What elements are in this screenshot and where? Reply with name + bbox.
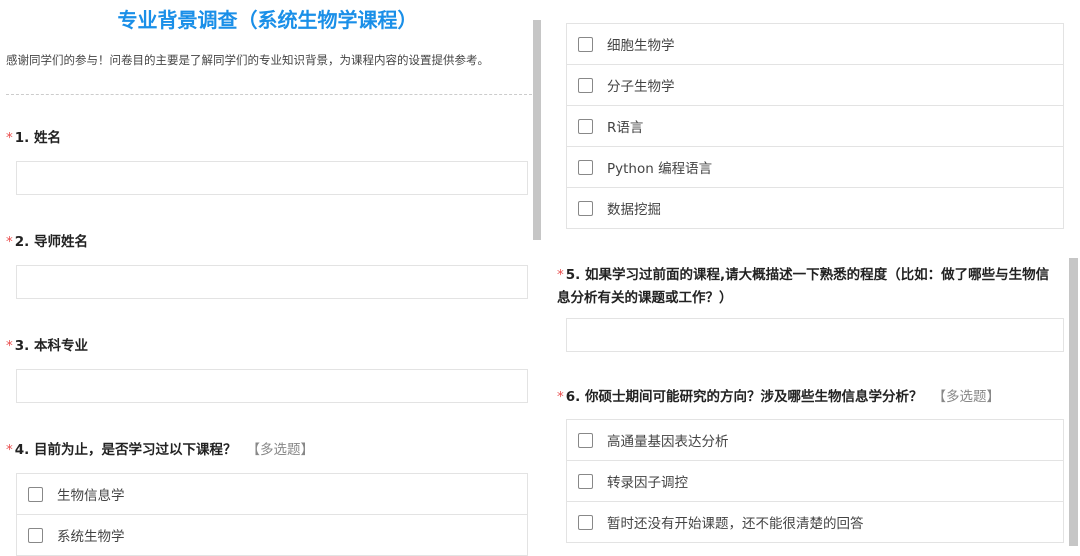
checkbox[interactable] (28, 486, 43, 502)
question-6-label: * 6. 你硕士期间可能研究的方向？涉及哪些生物信息学分析？ 【多选题】 (557, 389, 1000, 405)
familiarity-input[interactable] (566, 318, 1064, 352)
survey-title: 专业背景调查（系统生物学课程） (117, 8, 418, 32)
option-tf-regulation[interactable]: 转录因子调控 (567, 461, 1063, 502)
option-cell-biology[interactable]: 细胞生物学 (567, 24, 1063, 65)
option-r-language[interactable]: R语言 (567, 106, 1063, 147)
checkbox[interactable] (578, 36, 593, 52)
undergrad-major-input[interactable] (16, 369, 528, 403)
survey-intro: 感谢同学们的参与！问卷目的主要是了解同学们的专业知识背景，为课程内容的设置提供参… (6, 53, 489, 67)
option-not-started[interactable]: 暂时还没有开始课题，还不能很清楚的回答 (567, 502, 1063, 543)
advisor-name-input[interactable] (16, 265, 528, 299)
option-bioinformatics[interactable]: 生物信息学 (17, 474, 527, 515)
right-scrollbar[interactable] (1069, 258, 1078, 546)
checkbox[interactable] (578, 77, 593, 93)
question-6-options: 高通量基因表达分析 转录因子调控 暂时还没有开始课题，还不能很清楚的回答 (566, 419, 1064, 543)
question-4-options-continued: 细胞生物学 分子生物学 R语言 Python 编程语言 数据挖掘 (566, 23, 1064, 229)
option-python[interactable]: Python 编程语言 (567, 147, 1063, 188)
option-expression-analysis[interactable]: 高通量基因表达分析 (567, 420, 1063, 461)
divider (6, 94, 532, 95)
checkbox[interactable] (578, 514, 593, 530)
left-scrollbar[interactable] (533, 20, 541, 240)
option-systems-biology[interactable]: 系统生物学 (17, 515, 527, 556)
question-4-label: * 4. 目前为止，是否学习过以下课程？ 【多选题】 (6, 442, 314, 458)
name-input[interactable] (16, 161, 528, 195)
option-molecular-biology[interactable]: 分子生物学 (567, 65, 1063, 106)
question-5-label: * 5. 如果学习过前面的课程,请大概描述一下熟悉的程度（比如：做了哪些与生物信息… (557, 267, 1050, 306)
option-data-mining[interactable]: 数据挖掘 (567, 188, 1063, 229)
checkbox[interactable] (578, 118, 593, 134)
checkbox[interactable] (578, 159, 593, 175)
question-4-options: 生物信息学 系统生物学 (16, 473, 528, 556)
question-1-label: * 1. 姓名 (6, 130, 61, 146)
checkbox[interactable] (578, 473, 593, 489)
checkbox[interactable] (28, 527, 43, 543)
question-3-label: * 3. 本科专业 (6, 338, 88, 354)
checkbox[interactable] (578, 432, 593, 448)
question-2-label: * 2. 导师姓名 (6, 234, 88, 250)
checkbox[interactable] (578, 200, 593, 216)
